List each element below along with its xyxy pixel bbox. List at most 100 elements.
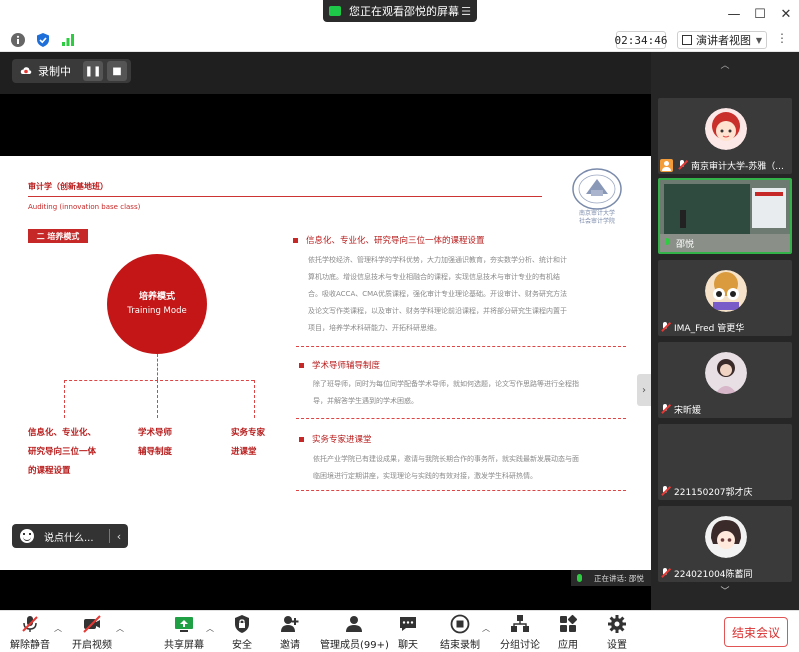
participants-icon <box>346 616 363 632</box>
share-banner[interactable]: 您正在观看邵悦的屏幕 ☰ <box>323 0 477 22</box>
close-button[interactable]: ✕ <box>773 0 799 28</box>
participant-tile[interactable]: 南京审计大学-苏雅（... <box>658 98 792 174</box>
gear-icon <box>608 615 626 633</box>
invite-button[interactable]: 邀请 <box>280 614 300 652</box>
signal-icon[interactable] <box>60 32 76 48</box>
pause-recording-button[interactable]: ❚❚ <box>83 61 103 81</box>
tree-connector-right <box>254 380 255 418</box>
chevron-left-icon[interactable]: ‹ <box>110 530 128 543</box>
mic-muted-icon <box>660 404 670 414</box>
window-controls: — ☐ ✕ <box>721 0 799 28</box>
para-curriculum: 依托学校经济、管理科学的学科优势，大力加强通识教育，夯实数学分析、统计和计 算机… <box>308 256 567 332</box>
security-shield-icon <box>235 615 249 633</box>
stop-recording-toolbar-button[interactable]: 结束录制 <box>440 614 480 652</box>
security-button[interactable]: 安全 <box>232 614 252 652</box>
meeting-timer: 02:34:46 <box>615 31 668 49</box>
settings-button[interactable]: 设置 <box>607 614 627 652</box>
grid-icon <box>682 35 692 45</box>
circle-title-en: Training Mode <box>127 306 187 316</box>
share-screen-button[interactable]: 共享屏幕 <box>164 614 204 652</box>
letterbox-bottom <box>0 570 651 610</box>
bullet-experts: 实务专家进课堂 <box>299 433 372 445</box>
user-icon <box>660 158 673 172</box>
emoji-icon[interactable] <box>20 529 34 543</box>
meeting-window: 您正在观看邵悦的屏幕 ☰ — ☐ ✕ 02:34:46 演讲者视图 ▼ ⋮ 录制… <box>0 0 799 652</box>
mic-muted-icon <box>22 616 38 632</box>
bullet-mentor: 学术导师辅导制度 <box>299 359 380 371</box>
speaking-indicator: 正在讲话: 邵悦 <box>571 570 651 586</box>
mic-active-icon <box>662 238 672 248</box>
screen-share-icon <box>329 6 341 16</box>
title-bar: 您正在观看邵悦的屏幕 ☰ — ☐ ✕ <box>0 0 799 28</box>
info-icon[interactable] <box>10 32 26 48</box>
breakout-rooms-button[interactable]: 分组讨论 <box>500 614 540 652</box>
leaf-mentor: 学术导师 辅导制度 <box>138 428 173 457</box>
apps-button[interactable]: 应用 <box>558 614 578 652</box>
circle-title-cn: 培养模式 <box>138 292 175 302</box>
participant-avatar <box>705 270 747 312</box>
chat-icon <box>400 617 416 631</box>
leaf-curriculum: 信息化、专业化、 研究导向三位一体 的课程设置 <box>28 428 97 476</box>
logo-text: 南京审计大学 社会审计学院 <box>578 210 615 225</box>
chat-button[interactable]: 聊天 <box>398 614 418 652</box>
maximize-button[interactable]: ☐ <box>747 0 773 28</box>
participants-panel: ︿ 南京审计大学-苏雅（... 邵悦 IMA_Fred 管更华 宋昕媛 2211… <box>651 52 799 610</box>
shared-screen-stage: 录制中 ❚❚ ■ 审计学（创新基地班） Auditing (innovation… <box>0 52 651 610</box>
participant-tile[interactable]: 224021004陈蓄同 <box>658 506 792 582</box>
record-stop-icon <box>450 614 470 634</box>
mic-muted-icon <box>660 568 670 578</box>
collapse-panel-button[interactable]: › <box>637 374 651 406</box>
chat-placeholder: 说点什么... <box>44 532 94 544</box>
mic-muted-icon <box>660 322 670 332</box>
shield-icon[interactable] <box>35 32 51 48</box>
view-mode-button[interactable]: 演讲者视图 ▼ <box>677 31 767 49</box>
record-options-caret[interactable]: ︿ <box>482 623 490 634</box>
menu-icon[interactable]: ☰ <box>461 5 471 18</box>
tree-connector-left <box>64 380 65 418</box>
letterbox-top <box>0 94 651 156</box>
recording-indicator: 录制中 ❚❚ ■ <box>12 59 131 83</box>
share-options-caret[interactable]: ︿ <box>206 623 214 634</box>
leaf-experts: 实务专家 进课堂 <box>231 428 266 457</box>
scroll-up-button[interactable]: ︿ <box>651 58 799 71</box>
manage-participants-button[interactable]: 管理成员(99+) <box>320 614 389 652</box>
view-mode-label: 演讲者视图 <box>696 34 751 47</box>
tree-connector-horizontal <box>64 380 254 381</box>
start-video-button[interactable]: 开启视频 <box>72 614 112 652</box>
video-off-icon <box>83 615 101 633</box>
cloud-record-icon <box>20 67 32 74</box>
chevron-down-icon: ▼ <box>755 35 762 45</box>
participant-tile[interactable]: 邵悦 <box>658 178 792 254</box>
scroll-down-button[interactable]: ﹀ <box>651 584 799 597</box>
mic-active-icon <box>577 574 582 582</box>
separator-1 <box>296 346 626 347</box>
mic-muted-icon <box>677 160 687 170</box>
slide-title: 审计学（创新基地班） <box>28 182 108 191</box>
tree-connector-middle <box>157 380 158 418</box>
participant-tile[interactable]: 宋昕媛 <box>658 342 792 418</box>
title-rule <box>28 196 542 197</box>
para-experts: 依托产业学院已有建设成果，邀请与我院长期合作的事务所，就实践最新发展动态与面 临… <box>313 455 579 480</box>
participant-tile[interactable]: 221150207郭才庆 <box>658 424 792 500</box>
audio-options-caret[interactable]: ︿ <box>54 623 62 634</box>
unmute-button[interactable]: 解除静音 <box>10 614 50 652</box>
share-banner-text: 您正在观看邵悦的屏幕 <box>349 5 459 18</box>
section-tag: 二 培养模式 <box>28 229 88 243</box>
info-bar: 02:34:46 演讲者视图 ▼ ⋮ <box>0 28 799 52</box>
apps-icon <box>560 614 578 632</box>
separator-2 <box>296 418 626 419</box>
recording-label: 录制中 <box>38 65 71 78</box>
share-screen-icon <box>175 617 193 632</box>
stop-recording-button[interactable]: ■ <box>107 61 127 81</box>
bullet-curriculum: 信息化、专业化、研究导向三位一体的课程设置 <box>293 234 485 246</box>
more-icon[interactable]: ⋮ <box>776 31 788 45</box>
slide-subtitle: Auditing (innovation base class) <box>28 203 141 211</box>
participant-tile[interactable]: IMA_Fred 管更华 <box>658 260 792 336</box>
training-mode-circle: 培养模式 Training Mode <box>107 254 207 354</box>
participant-avatar <box>705 516 747 558</box>
para-mentor: 除了班导师，同时为每位同学配备学术导师，就如何选题，论文写作思路等进行全程指 导… <box>313 380 579 405</box>
video-options-caret[interactable]: ︿ <box>116 623 124 634</box>
chat-quick-input[interactable]: 说点什么... ‹ <box>12 524 128 548</box>
end-meeting-button[interactable]: 结束会议 <box>724 617 788 647</box>
minimize-button[interactable]: — <box>721 0 747 28</box>
